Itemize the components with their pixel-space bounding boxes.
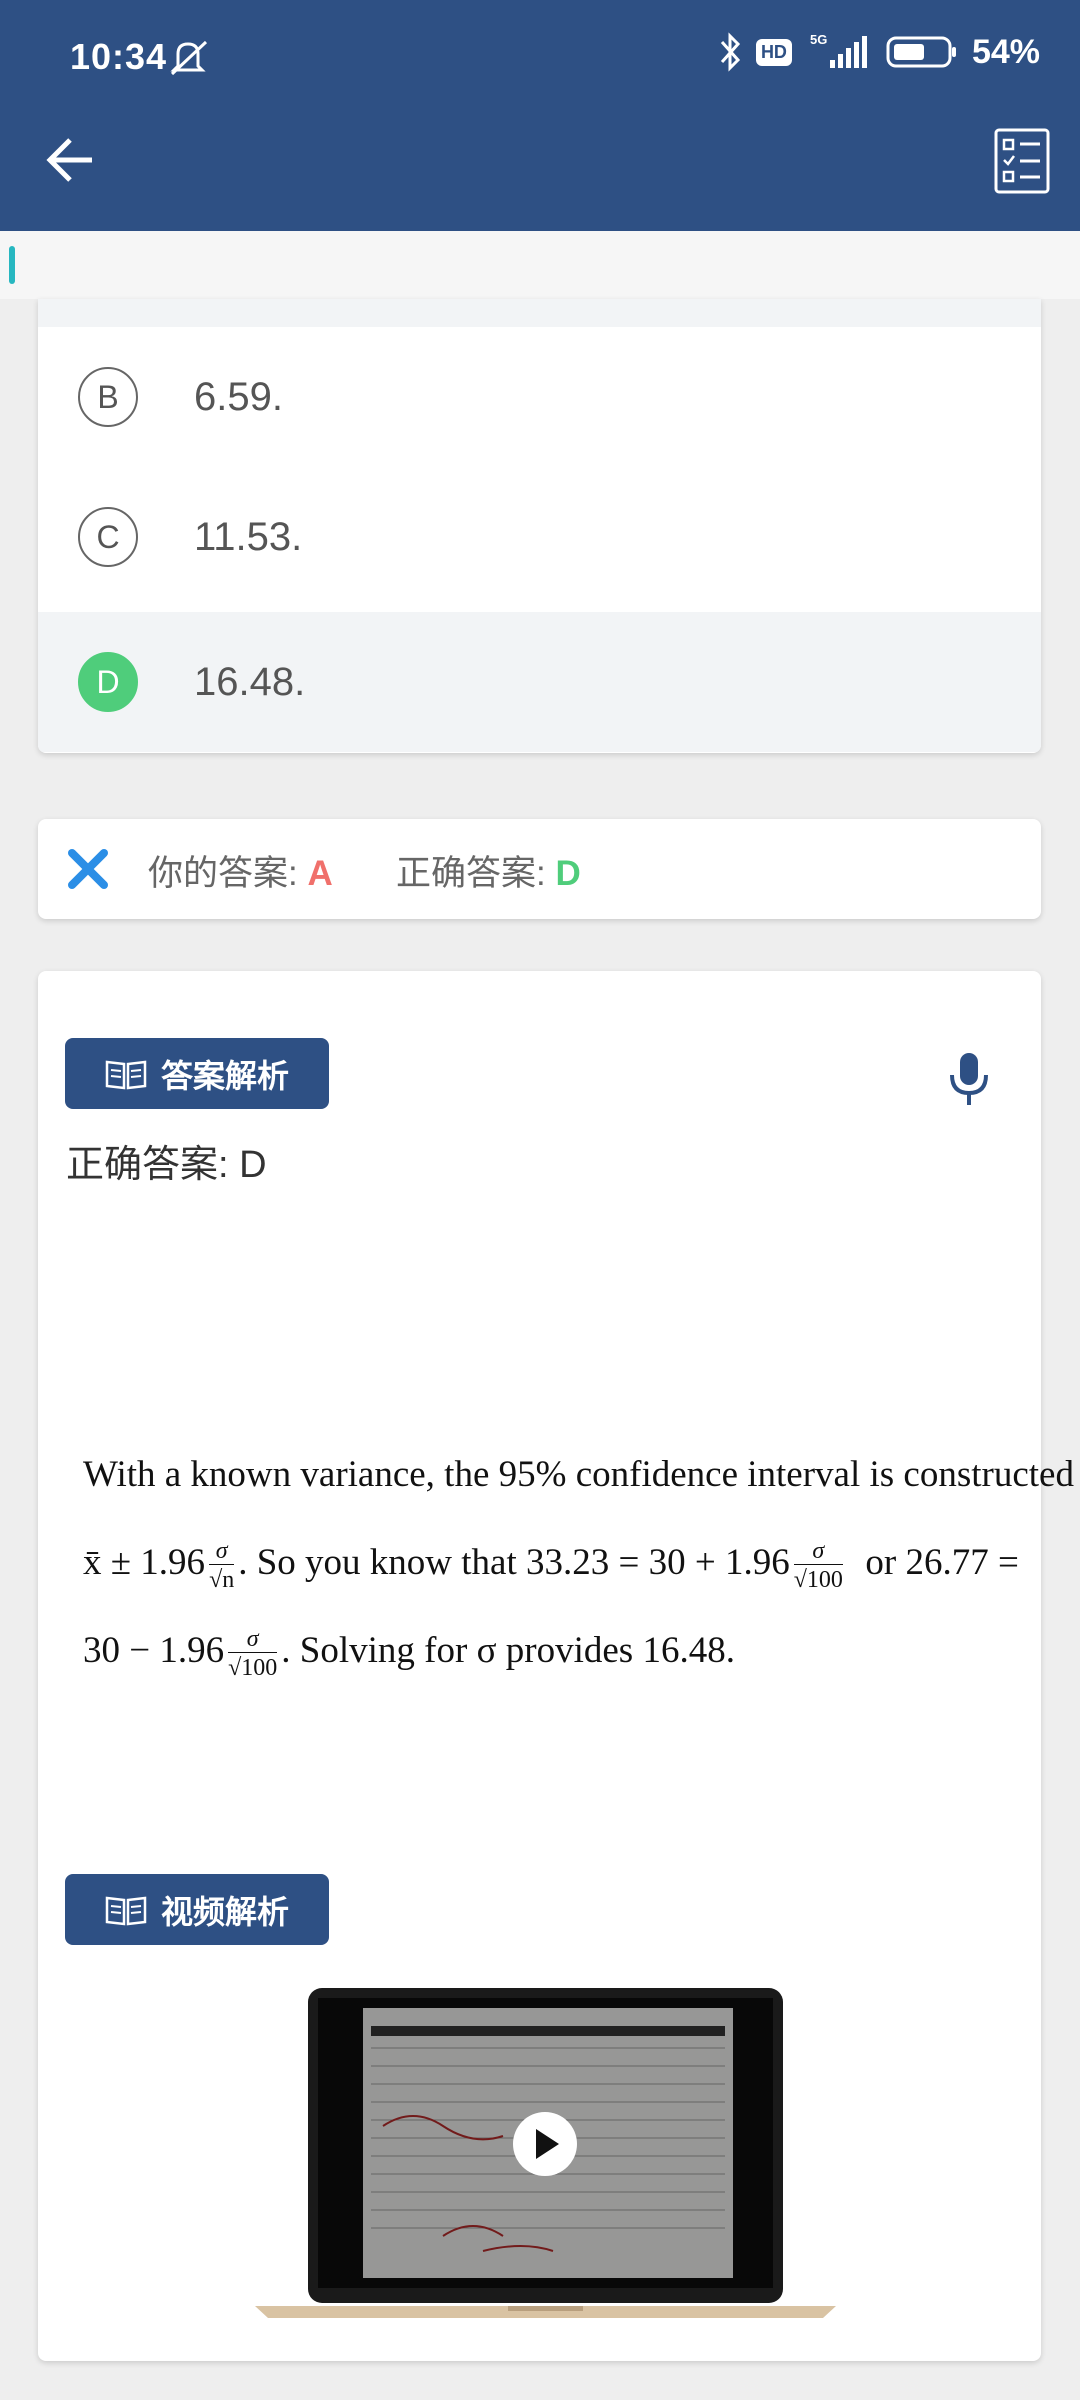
explanation-line-2: x̄ ± 1.96 σ √n. So you know that 33.23 = 3… — [83, 1519, 1019, 1607]
option-c-text: 11.53. — [194, 514, 303, 559]
book-icon — [105, 1896, 147, 1925]
explanation-line-1: With a known variance, the 95% confidenc… — [83, 1454, 1080, 1495]
book-icon — [105, 1060, 147, 1089]
answer-analysis-tag: 答案解析 — [65, 1038, 329, 1109]
battery-icon — [886, 36, 956, 68]
answer-analysis-label: 答案解析 — [160, 1057, 289, 1094]
microphone-icon[interactable] — [947, 1051, 991, 1107]
fraction-sigma-sqrt-n: σ √n — [209, 1538, 235, 1594]
status-right: HD 5G 54% — [718, 32, 1040, 72]
option-c-letter: C — [78, 507, 138, 567]
expr-xbar: x̄ ± 1.96 — [83, 1542, 206, 1583]
status-bar: 10:34 HD 5G 54% — [0, 0, 1080, 120]
option-b-letter: B — [78, 367, 138, 427]
fraction-sigma-sqrt-100-b: σ √100 — [228, 1626, 278, 1682]
expr-so-you-know: . So you know that 33.23 = 30 + 1.96 — [238, 1542, 790, 1583]
explanation-card: 答案解析 正确答案: D With a known variance, the … — [38, 971, 1080, 2361]
progress-indicator — [9, 246, 15, 284]
explanation-correct-answer: 正确答案: D — [66, 1144, 267, 1186]
option-c[interactable]: C 11.53. — [38, 467, 1041, 607]
mute-icon — [170, 40, 208, 76]
your-answer-label: 你的答案: — [148, 854, 298, 893]
video-analysis-label: 视频解析 — [160, 1893, 289, 1930]
fraction-sigma-sqrt-100-a: σ √100 — [793, 1538, 843, 1594]
correct-answer-label: 正确答案: — [396, 854, 546, 893]
expr-solving: . Solving for σ provides 16.48. — [281, 1630, 735, 1671]
correct-answer: 正确答案: D — [396, 845, 581, 896]
option-d[interactable]: D 16.48. — [38, 612, 1041, 752]
option-b-text: 6.59. — [194, 374, 283, 419]
progress-band — [0, 231, 1080, 299]
your-answer-value: A — [307, 854, 333, 893]
expr-30-minus: 30 − 1.96 — [83, 1630, 225, 1671]
expr-or: or 26.77 = — [865, 1542, 1019, 1583]
option-d-letter: D — [78, 652, 138, 712]
correct-answer-value: D — [555, 854, 581, 893]
your-answer: 你的答案: A — [148, 845, 333, 896]
wrong-x-icon — [68, 849, 108, 889]
explanation-line-3: 30 − 1.96 σ √100. Solving for σ provides 1… — [83, 1607, 993, 1695]
hd-badge: HD — [755, 38, 792, 66]
svg-text:5G: 5G — [810, 32, 827, 47]
options-card: B 6.59. C 11.53. D 16.48. — [38, 299, 1041, 753]
back-arrow-icon[interactable] — [44, 132, 100, 188]
option-d-text: 16.48. — [194, 659, 306, 704]
explanation-text: With a known variance, the 95% confidenc… — [83, 1431, 1080, 1695]
answer-summary-card: 你的答案: A 正确答案: D — [38, 819, 1041, 919]
option-a-remnant — [38, 299, 1041, 327]
video-thumbnail[interactable] — [253, 1986, 838, 2331]
question-list-icon[interactable] — [994, 128, 1050, 194]
app-header: 10:34 HD 5G 54% — [0, 0, 1080, 231]
status-time: 10:34 — [70, 36, 168, 77]
signal-icon: 5G — [810, 32, 867, 68]
bluetooth-icon — [720, 32, 740, 72]
option-b[interactable]: B 6.59. — [38, 327, 1041, 467]
video-analysis-tag: 视频解析 — [65, 1874, 329, 1945]
battery-percent: 54% — [971, 32, 1040, 71]
